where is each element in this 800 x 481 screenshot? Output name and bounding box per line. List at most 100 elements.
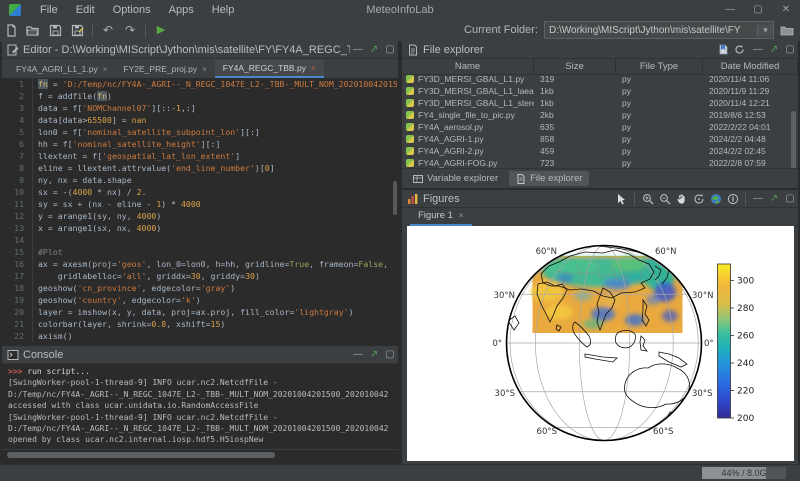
column-header-type[interactable]: File Type [616,59,703,74]
svg-text:220: 220 [737,387,754,397]
undo-button[interactable]: ↶ [97,21,119,39]
figures-float-button[interactable]: ↗ [766,193,782,204]
column-header-name[interactable]: Name [402,59,534,74]
tab-variable-explorer[interactable]: Variable explorer [406,171,505,186]
code-line: 19geoshow('country', edgecolor='k') [2,294,398,306]
python-file-icon [406,147,414,155]
editor-minimize-button[interactable]: — [350,44,366,55]
pan-tool-button[interactable] [673,191,690,206]
code-line: 11sy = sx + (nx - eline - 1) * 4000 [2,198,398,210]
tab-file-explorer[interactable]: File explorer [509,171,589,186]
close-icon[interactable]: × [459,211,464,220]
console-float-button[interactable]: ↗ [366,349,382,360]
globe-icon [710,193,722,205]
open-folder-icon [26,24,40,37]
table-row[interactable]: FY3D_MERSI_GBAL_L1_laea.py1kbpy2020/11/9… [402,85,788,97]
python-file-icon [406,135,414,143]
table-row[interactable]: FY4A_AGRI-FOG.py723py2022/2/8 07:59 [402,157,788,168]
refresh-icon [734,44,745,55]
code-line: 12y = arange1(sy, ny, 4000) [2,210,398,222]
python-file-icon [406,87,414,95]
menu-help[interactable]: Help [203,4,244,16]
menu-edit[interactable]: Edit [67,4,104,16]
editor-maximize-button[interactable]: ▢ [382,44,398,55]
code-line: 5lon0 = f['nominal_satellite_subpoint_lo… [2,126,398,138]
table-row[interactable]: FY4_single_file_to_pic.py2kbpy2019/8/6 1… [402,109,788,121]
file-explorer-tab-icon [516,174,526,184]
svg-text:200: 200 [737,414,754,424]
file-explorer-maximize-button[interactable]: ▢ [782,44,798,55]
file-explorer-minimize-button[interactable]: — [750,44,766,55]
new-file-button[interactable] [0,21,22,39]
editor-float-button[interactable]: ↗ [366,44,382,55]
file-explorer-float-button[interactable]: ↗ [766,44,782,55]
rotate-tool-button[interactable] [690,191,707,206]
editor-tab[interactable]: FY4A_AGRI_L1_1.py× [8,60,115,78]
code-line: 3data = f['NOMChannel07'][::-1,:] [2,102,398,114]
pointer-tool-button[interactable] [613,191,630,206]
table-row[interactable]: FY3D_MERSI_GBAL_L1_stere.py1kbpy2020/11/… [402,97,788,109]
browse-folder-button[interactable] [776,21,798,39]
window-maximize-button[interactable]: ▢ [744,4,772,15]
menu-file[interactable]: File [31,4,67,16]
editor-tab[interactable]: FY2E_PRE_proj.py× [115,60,214,78]
open-file-button[interactable] [22,21,44,39]
save-as-button[interactable] [66,21,88,39]
table-row[interactable]: FY4A_aerosol.py635py2022/2/22 04:01 [402,121,788,133]
refresh-button[interactable] [734,44,750,55]
save-button[interactable] [44,21,66,39]
current-folder-combobox[interactable]: D:\Working\MIScript\Jython\mis\satellite… [544,21,774,39]
identify-tool-button[interactable] [724,191,741,206]
chevron-down-icon[interactable]: ▾ [757,25,773,36]
globe-tool-button[interactable] [707,191,724,206]
tab-figure-1[interactable]: Figure 1 × [410,207,472,226]
tab-label: File explorer [530,173,582,184]
svg-text:30°N: 30°N [692,291,713,301]
close-icon[interactable]: × [202,65,207,74]
table-row[interactable]: FY4A_AGRI-2.py459py2024/2/2 02:45 [402,145,788,157]
table-row[interactable]: FY3D_MERSI_GBAL_L1.py319py2020/11/4 11:0… [402,73,788,85]
menu-options[interactable]: Options [104,4,160,16]
new-document-button[interactable] [718,44,734,55]
console-panel: Console — ↗ ▢ >>> run script...[SwingWor… [2,346,398,460]
file-list-scrollbar[interactable] [791,111,796,169]
svg-text:300: 300 [737,277,754,287]
menu-apps[interactable]: Apps [160,4,203,16]
figures-maximize-button[interactable]: ▢ [782,193,798,204]
console-line: D:/Temp/nc/FY4A-_AGRI--_N_REGC_1047E_L2-… [8,423,398,434]
scrollbar-thumb[interactable] [7,452,275,458]
code-line: 2f = addfile(fn) [2,90,398,102]
table-row[interactable]: FY4A_AGRI-1.py858py2024/2/2 04:48 [402,133,788,145]
zoom-out-tool-button[interactable] [656,191,673,206]
column-header-modified[interactable]: Date Modified [703,59,798,74]
console-line: opened by class ucar.nc2.internal.iosp.h… [8,434,398,445]
console-icon [7,349,19,361]
zoom-in-tool-button[interactable] [639,191,656,206]
titlebar: File Edit Options Apps Help MeteoInfoLab… [0,0,800,19]
column-header-size[interactable]: Size [534,59,616,74]
window-close-button[interactable]: ✕ [772,4,800,15]
close-icon[interactable]: × [103,65,108,74]
redo-button[interactable]: ↷ [119,21,141,39]
svg-text:60°N: 60°N [536,247,557,257]
editor-tab[interactable]: FY4A_REGC_TBB.py× [215,60,324,78]
window-minimize-button[interactable]: — [716,4,744,15]
code-editor-area[interactable]: 1fn = 'D:/Temp/nc/FY4A-_AGRI--_N_REGC_10… [2,78,398,342]
file-list: FY3D_MERSI_GBAL_L1.py319py2020/11/4 11:0… [402,73,788,168]
cursor-icon [616,193,627,205]
console-minimize-button[interactable]: — [350,349,366,360]
memory-indicator[interactable]: 44% / 8.0G [702,467,786,479]
figures-minimize-button[interactable]: — [750,193,766,204]
code-line: 17 gridlabelloc='all', griddx=30, griddy… [2,270,398,282]
console-output[interactable]: >>> run script...[SwingWorker-pool-1-thr… [2,364,398,450]
console-maximize-button[interactable]: ▢ [382,349,398,360]
code-line: 18geoshow('cn_province', edgecolor='gray… [2,282,398,294]
console-horizontal-scrollbar[interactable] [2,449,398,460]
python-file-icon [406,123,414,131]
editor-vertical-scrollbar[interactable] [393,181,397,215]
run-script-button[interactable]: ▶ [150,21,172,39]
console-panel-title: Console [23,349,63,361]
status-bar: 44% / 8.0G [0,464,800,481]
figure-plot-area[interactable]: 60°N 60°N 30°N 30°N 0° 0° 30°S 30°S 60°S… [407,226,794,461]
close-icon[interactable]: × [311,64,316,73]
